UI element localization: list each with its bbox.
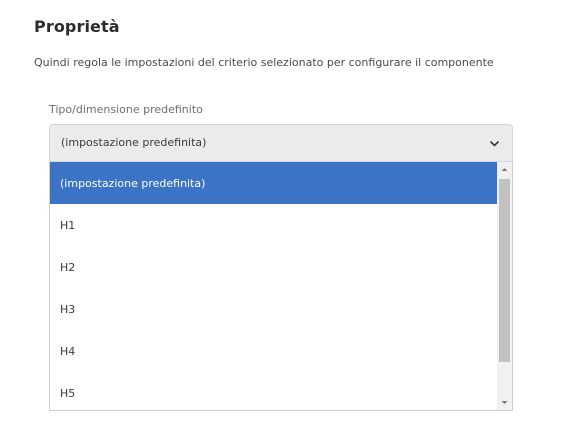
select-current-value: (impostazione predefinita) — [61, 136, 207, 149]
option-h4[interactable]: H4 — [50, 330, 498, 372]
option-label: H3 — [60, 303, 76, 316]
options-list: (impostazione predefinita) H1 H2 H3 H4 H… — [50, 162, 498, 410]
properties-panel: Proprietà Quindi regola le impostazioni … — [0, 0, 562, 442]
option-h2[interactable]: H2 — [50, 246, 498, 288]
option-label: H2 — [60, 261, 76, 274]
scroll-up-arrow-icon[interactable] — [497, 162, 512, 177]
option-label: H5 — [60, 387, 76, 400]
option-h1[interactable]: H1 — [50, 204, 498, 246]
type-size-select[interactable]: (impostazione predefinita) — [49, 124, 513, 162]
scroll-thumb[interactable] — [499, 179, 510, 362]
option-h5[interactable]: H5 — [50, 372, 498, 410]
dropdown-listbox[interactable]: (impostazione predefinita) H1 H2 H3 H4 H… — [49, 162, 513, 411]
scroll-down-arrow-icon[interactable] — [497, 395, 512, 410]
option-label: H1 — [60, 219, 76, 232]
option-default[interactable]: (impostazione predefinita) — [50, 162, 498, 204]
option-label: H4 — [60, 345, 76, 358]
scrollbar[interactable] — [497, 162, 512, 410]
section-title: Proprietà — [34, 17, 120, 36]
option-label: (impostazione predefinita) — [60, 177, 206, 190]
field-label: Tipo/dimensione predefinito — [49, 103, 203, 116]
option-h3[interactable]: H3 — [50, 288, 498, 330]
chevron-down-icon — [490, 141, 499, 147]
section-description: Quindi regola le impostazioni del criter… — [34, 56, 494, 69]
